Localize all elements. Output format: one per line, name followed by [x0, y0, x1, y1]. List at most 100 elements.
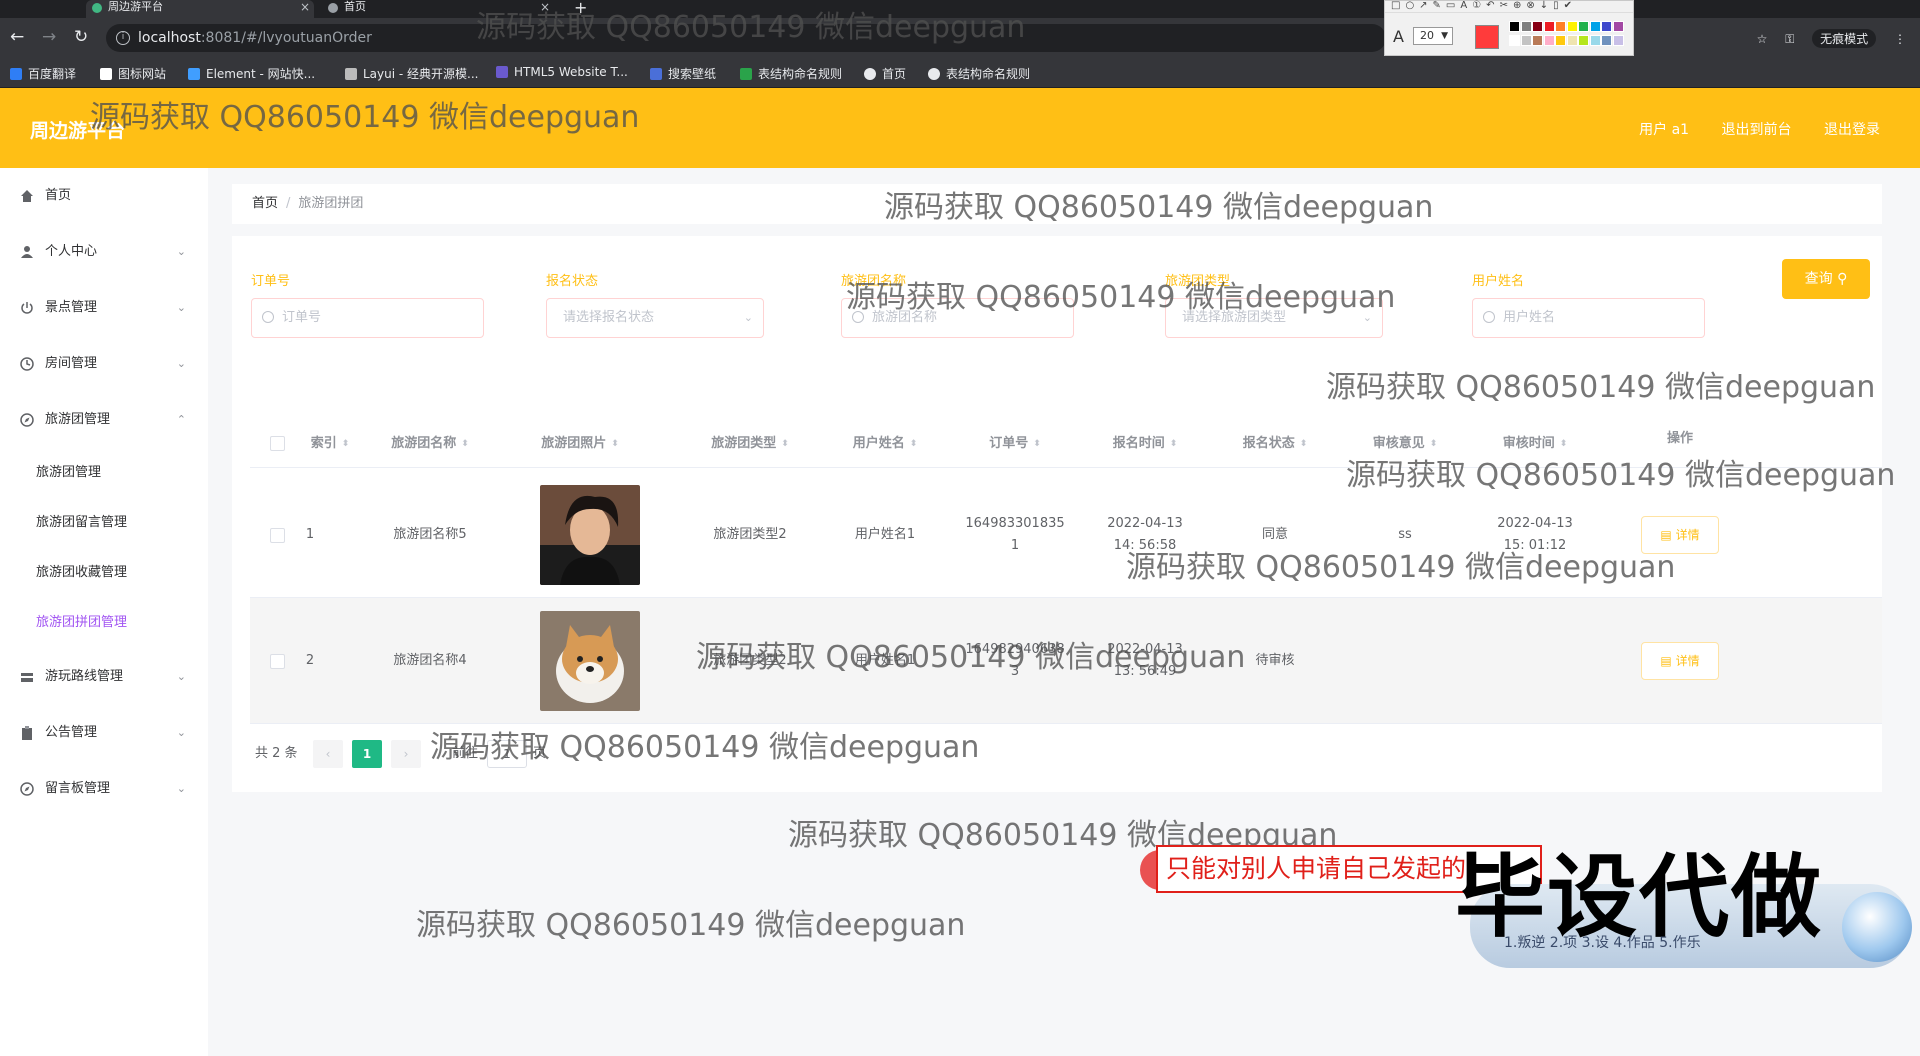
site-info-icon[interactable]: i: [116, 31, 130, 45]
user-name-input[interactable]: 用户姓名: [1472, 298, 1705, 338]
color-swatch[interactable]: [1578, 21, 1589, 32]
home-icon: [21, 190, 33, 202]
text-tool-icon[interactable]: A: [1393, 27, 1404, 46]
cell-review-opinion: [1340, 598, 1470, 724]
color-palette[interactable]: [1509, 21, 1625, 51]
watermark: 源码获取 QQ86050149 微信deepguan: [416, 908, 966, 943]
sidebar-item-personal[interactable]: 个人中心 ⌄: [0, 232, 208, 272]
color-swatch[interactable]: [1520, 35, 1532, 46]
sidebar-item-home[interactable]: 首页: [0, 176, 208, 216]
breadcrumb-home[interactable]: 首页: [252, 196, 278, 211]
color-swatch[interactable]: [1601, 21, 1612, 32]
bookmark[interactable]: Layui - 经典开源模...: [345, 65, 478, 82]
row-checkbox[interactable]: [270, 528, 285, 543]
query-button[interactable]: 查询 ⚲: [1782, 259, 1870, 299]
color-swatch[interactable]: [1612, 21, 1624, 32]
signup-status-select[interactable]: 请选择报名状态 ⌄: [546, 298, 764, 338]
sidebar-subitem-tour-favorites[interactable]: 旅游团收藏管理: [0, 553, 208, 593]
detail-button[interactable]: ▤ 详情: [1641, 642, 1719, 680]
color-swatch[interactable]: [1543, 35, 1555, 46]
color-swatch[interactable]: [1555, 21, 1566, 32]
star-icon[interactable]: ☆: [1757, 32, 1768, 46]
chevron-down-icon: ⌄: [176, 357, 186, 370]
sidebar-item-notices[interactable]: 公告管理 ⌄: [0, 713, 208, 753]
layers-icon: [21, 673, 33, 682]
col-signup-status[interactable]: 报名状态 ⬍: [1210, 420, 1340, 468]
logout-link[interactable]: 退出登录: [1824, 122, 1880, 138]
col-tour-name[interactable]: 旅游团名称 ⬍: [360, 420, 500, 468]
bookmark[interactable]: 图标网站: [100, 65, 166, 82]
bookmark[interactable]: 首页: [864, 65, 906, 82]
col-tour-type[interactable]: 旅游团类型 ⬍: [680, 420, 820, 468]
next-page-button[interactable]: ›: [391, 740, 421, 768]
watermark: 源码获取 QQ86050149 微信deepguan: [430, 730, 980, 765]
key-icon[interactable]: ⚿: [1785, 32, 1794, 46]
page-number[interactable]: 1: [352, 740, 382, 768]
bookmark[interactable]: Element - 网站快...: [188, 65, 315, 82]
reload-icon[interactable]: ↻: [74, 27, 88, 47]
chevron-down-icon: ⌄: [176, 726, 186, 739]
color-swatch[interactable]: [1589, 35, 1601, 46]
col-signup-time[interactable]: 报名时间 ⬍: [1080, 420, 1210, 468]
watermark: 源码获取 QQ86050149 微信deepguan: [1326, 370, 1876, 405]
pagination-total: 共 2 条: [255, 746, 298, 761]
color-swatch[interactable]: [1555, 35, 1566, 46]
user-label: 用户 a1: [1639, 122, 1690, 138]
color-swatch[interactable]: [1532, 21, 1543, 32]
more-menu-icon[interactable]: ⋮: [1894, 32, 1906, 46]
color-swatch[interactable]: [1578, 35, 1589, 46]
row-checkbox[interactable]: [270, 654, 285, 669]
color-swatch[interactable]: [1566, 21, 1578, 32]
color-swatch[interactable]: [1566, 35, 1578, 46]
watermark: 源码获取 QQ86050149 微信deepguan: [696, 640, 1246, 675]
bookmark[interactable]: 表结构命名规则: [928, 65, 1030, 82]
current-color-swatch[interactable]: [1475, 25, 1499, 49]
color-swatch[interactable]: [1612, 35, 1624, 46]
color-swatch[interactable]: [1520, 21, 1532, 32]
bookmark[interactable]: 搜索壁纸: [650, 65, 716, 82]
document-icon: ▤: [1660, 654, 1672, 668]
bookmark-icon: [650, 68, 662, 80]
incognito-badge[interactable]: 无痕模式: [1812, 29, 1877, 48]
sidebar-item-scenic[interactable]: 景点管理 ⌄: [0, 288, 208, 328]
color-swatch[interactable]: [1543, 21, 1555, 32]
col-user-name[interactable]: 用户姓名 ⬍: [820, 420, 950, 468]
color-swatch[interactable]: [1601, 35, 1612, 46]
globe-icon: [864, 68, 876, 80]
col-order-no[interactable]: 订单号 ⬍: [950, 420, 1080, 468]
document-icon: ▤: [1660, 528, 1672, 542]
sidebar-item-message-board[interactable]: 留言板管理 ⌄: [0, 769, 208, 809]
annotation-tool-icons[interactable]: □○↗✎▭A①↶✂⊕⊗↓▯✔: [1385, 1, 1633, 13]
chevron-down-icon: ▼: [1441, 31, 1448, 41]
sidebar-item-routes[interactable]: 游玩路线管理 ⌄: [0, 657, 208, 697]
bookmark[interactable]: 百度翻译: [10, 65, 76, 82]
order-no-input[interactable]: 订单号: [251, 298, 484, 338]
user-icon: [21, 246, 33, 258]
back-to-frontend-link[interactable]: 退出到前台: [1722, 122, 1792, 138]
chevron-up-icon: ⌃: [176, 413, 186, 426]
watermark: 源码获取 QQ86050149 微信deepguan: [476, 10, 1026, 45]
sidebar-subitem-tour-group-orders[interactable]: 旅游团拼团管理: [0, 603, 208, 643]
close-tab-icon[interactable]: ×: [300, 0, 310, 14]
back-arrow-icon[interactable]: ←: [10, 27, 24, 47]
color-swatch[interactable]: [1509, 21, 1520, 32]
prev-page-button[interactable]: ‹: [313, 740, 343, 768]
sidebar-item-rooms[interactable]: 房间管理 ⌄: [0, 344, 208, 384]
forward-arrow-icon[interactable]: →: [42, 27, 56, 47]
sidebar-subitem-tour-messages[interactable]: 旅游团留言管理: [0, 503, 208, 543]
color-swatch[interactable]: [1589, 21, 1601, 32]
col-tour-photo[interactable]: 旅游团照片 ⬍: [520, 420, 640, 468]
col-index[interactable]: 索引 ⬍: [300, 420, 360, 468]
sidebar-item-tour-groups[interactable]: 旅游团管理 ⌃: [0, 400, 208, 440]
select-all-checkbox[interactable]: [270, 436, 285, 451]
bookmark[interactable]: HTML5 Website T...: [496, 65, 628, 79]
font-size-select[interactable]: 20 ▼: [1413, 27, 1453, 45]
tour-photo-person[interactable]: [540, 485, 640, 585]
browser-tab-active[interactable]: 周边游平台 ×: [86, 0, 314, 18]
color-swatch[interactable]: [1509, 35, 1520, 46]
tour-photo-dog[interactable]: [540, 611, 640, 711]
sidebar-subitem-tour-manage[interactable]: 旅游团管理: [0, 453, 208, 493]
sort-icon: ⬍: [341, 439, 350, 449]
bookmark[interactable]: 表结构命名规则: [740, 65, 842, 82]
color-swatch[interactable]: [1532, 35, 1543, 46]
